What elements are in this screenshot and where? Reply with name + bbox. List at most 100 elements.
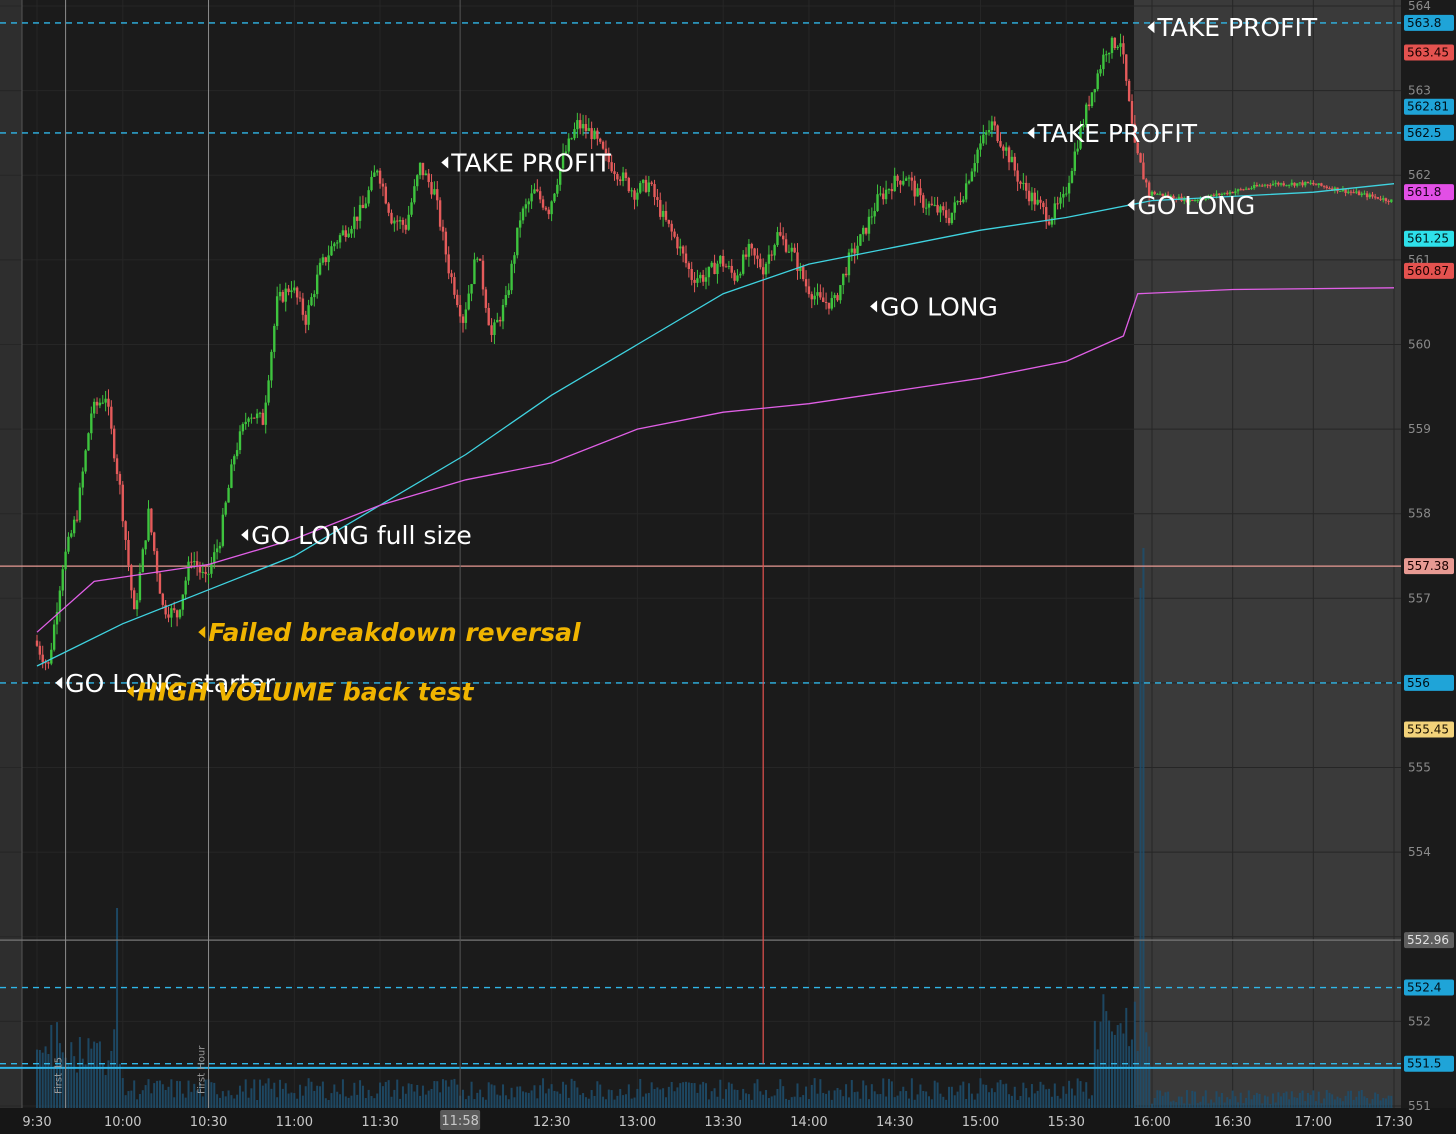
volume-bar: [1008, 1094, 1011, 1108]
price-badge-label: 562.81: [1407, 100, 1449, 114]
candle-body: [1309, 182, 1312, 184]
candle-body: [1363, 193, 1366, 195]
time-tick-label: 11:30: [361, 1115, 398, 1130]
candle-body: [970, 171, 974, 182]
candle-body: [664, 210, 668, 220]
volume-bar: [970, 1093, 973, 1108]
price-badge-label: 563.45: [1407, 46, 1449, 60]
volume-bar: [622, 1095, 625, 1108]
candle-body: [507, 290, 510, 296]
volume-bar: [1002, 1084, 1005, 1108]
candle-body: [1287, 184, 1291, 186]
volume-bar: [201, 1096, 204, 1108]
candle-body: [667, 219, 671, 224]
candle-body: [982, 134, 985, 144]
candle-body: [313, 294, 316, 298]
volume-bar: [556, 1091, 559, 1108]
volume-bar: [1309, 1094, 1312, 1108]
volume-bar: [416, 1084, 419, 1108]
candle-body: [207, 573, 210, 575]
volume-bar: [610, 1090, 613, 1108]
volume-bar: [310, 1081, 313, 1108]
volume-bar: [393, 1089, 396, 1108]
volume-bar: [873, 1091, 876, 1108]
volume-bar: [1274, 1102, 1277, 1108]
price-tick-label: 558: [1408, 507, 1431, 521]
candle-body: [144, 540, 147, 550]
volume-bar: [747, 1094, 750, 1108]
candle-body: [1344, 189, 1347, 193]
candle-body: [324, 257, 327, 263]
volume-bar: [730, 1083, 733, 1108]
time-tick-label: 10:00: [104, 1115, 141, 1130]
candle-body: [819, 292, 822, 298]
volume-bar: [1025, 1088, 1028, 1108]
candle-body: [899, 180, 902, 185]
candle-body: [81, 471, 84, 488]
volume-bar: [373, 1098, 376, 1108]
volume-bar: [1220, 1092, 1223, 1108]
candle-body: [298, 297, 302, 299]
volume-bar: [98, 1041, 101, 1108]
volume-bar: [1331, 1094, 1334, 1108]
candle-body: [533, 189, 536, 194]
volume-bar: [1290, 1091, 1293, 1108]
candle-body: [653, 184, 656, 198]
volume-bar: [304, 1086, 307, 1108]
candle-body: [350, 228, 353, 234]
candle-body: [75, 519, 79, 521]
candle-body: [547, 209, 550, 215]
volume-bar: [1263, 1095, 1266, 1108]
price-badge-label: 555.45: [1407, 722, 1449, 736]
volume-bar: [922, 1090, 925, 1108]
volume-bar: [1358, 1091, 1361, 1108]
candle-body: [1145, 179, 1148, 183]
candle-body: [295, 287, 299, 298]
candle-body: [776, 232, 779, 246]
volume-bar: [624, 1094, 627, 1108]
candle-body: [879, 193, 882, 195]
candle-body: [333, 243, 336, 247]
volume-bar: [1323, 1098, 1326, 1108]
candle-body: [444, 231, 448, 255]
volume-bar: [1272, 1093, 1274, 1108]
candle-body: [175, 610, 179, 618]
volume-bar: [1296, 1097, 1299, 1108]
volume-bar: [813, 1078, 816, 1108]
volume-bar: [116, 908, 119, 1108]
volume-bar: [1108, 1020, 1111, 1108]
volume-bar: [141, 1090, 144, 1108]
volume-bar: [707, 1099, 710, 1108]
candle-body: [739, 273, 742, 276]
volume-bar: [845, 1084, 848, 1108]
volume-bar: [742, 1088, 745, 1108]
volume-bar: [290, 1092, 293, 1108]
candle-body: [1125, 54, 1128, 81]
volume-bar: [693, 1083, 696, 1108]
volume-bar: [336, 1091, 339, 1108]
volume-bar: [785, 1098, 788, 1108]
volume-bar: [479, 1089, 482, 1108]
price-tick-label: 559: [1408, 422, 1431, 436]
volume-bar: [765, 1090, 768, 1108]
cursor-time-label: 11:58: [441, 1114, 478, 1129]
annotation-label: GO LONG: [1137, 191, 1255, 220]
candle-body: [270, 351, 273, 381]
time-tick-label: 9:30: [22, 1115, 51, 1130]
volume-bar: [796, 1083, 799, 1108]
volume-bar: [1269, 1103, 1272, 1108]
volume-bar: [213, 1082, 216, 1108]
volume-bar: [842, 1096, 845, 1108]
candle-body: [959, 200, 962, 203]
volume-bar: [133, 1080, 136, 1108]
candle-body: [1087, 104, 1091, 107]
volume-bar: [1116, 1025, 1119, 1108]
candle-body: [153, 532, 156, 552]
candle-body: [107, 398, 110, 407]
volume-bar: [1076, 1078, 1079, 1108]
volume-bar: [339, 1094, 342, 1108]
price-chart[interactable]: First 15 First Hour GO LONG starterHIGH V…: [0, 0, 1456, 1134]
volume-bar: [1145, 1032, 1148, 1108]
volume-bar: [493, 1085, 496, 1108]
price-badge-label: 561.25: [1407, 232, 1449, 246]
